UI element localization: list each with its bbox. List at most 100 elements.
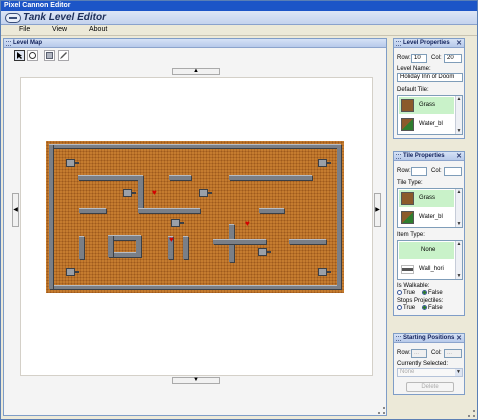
select-arrow-icon[interactable] — [14, 50, 25, 61]
level-name-input[interactable]: Holiday Inn of Doom — [397, 73, 463, 82]
tile-option-grass[interactable]: Grass — [399, 97, 454, 114]
tile-type-list[interactable]: Grass Water_bl ▲ ▼ — [397, 188, 463, 228]
scroll-up-icon[interactable]: ▲ — [456, 241, 462, 247]
radio-label: True — [403, 305, 416, 311]
water-tile-icon — [401, 211, 414, 224]
item-option-none[interactable]: None — [399, 242, 454, 259]
tile-option-grass[interactable]: Grass — [399, 190, 454, 207]
level-grid[interactable]: ♥ ♥ ♥ — [46, 141, 344, 293]
col-input[interactable]: 20 — [444, 54, 462, 63]
menu-view[interactable]: View — [52, 26, 67, 33]
scroll-up-icon[interactable]: ▲ — [456, 96, 462, 102]
level-map-title: Level Map — [13, 40, 43, 46]
level-map-panel: Level Map ▲ ▼ ◀ ▶ ♥ ♥ ♥ — [3, 38, 387, 416]
window-title: Pixel Cannon Editor — [1, 1, 477, 11]
starting-positions-title: Starting Positions — [403, 335, 455, 341]
scroll-up-button[interactable]: ▲ — [172, 68, 220, 75]
radio-label: True — [403, 290, 416, 296]
map-canvas[interactable]: ♥ ♥ ♥ — [20, 77, 373, 376]
wall-right — [337, 144, 341, 289]
item-type-list[interactable]: None Wall_hori ▲ ▼ — [397, 240, 463, 280]
menu-bar: File View About — [1, 25, 477, 36]
dirt-tile-icon — [401, 192, 414, 205]
stops-false-radio[interactable]: False — [422, 305, 443, 311]
tank-icon[interactable] — [258, 248, 271, 256]
close-icon[interactable]: ✕ — [456, 334, 462, 343]
tank-icon[interactable] — [171, 219, 184, 227]
tile-option-water[interactable]: Water_bl — [399, 209, 454, 226]
pencil-icon[interactable] — [58, 50, 69, 61]
scrollbar[interactable]: ▲ ▼ — [455, 189, 462, 227]
tank-icon[interactable] — [199, 189, 212, 197]
scrollbar[interactable]: ▲ ▼ — [455, 241, 462, 279]
wall-segment — [79, 236, 84, 259]
app-window: Pixel Cannon Editor Tank Level Editor Fi… — [0, 0, 478, 420]
wall-segment — [136, 235, 141, 257]
tank-icon[interactable] — [66, 268, 79, 276]
item-option-wall[interactable]: Wall_hori — [399, 261, 454, 278]
chevron-down-icon[interactable]: ▼ — [455, 369, 462, 376]
default-tile-label: Default Tile: — [397, 87, 429, 93]
tile-name: Water_bl — [419, 121, 443, 127]
radio-label: False — [428, 305, 443, 311]
start-row-input[interactable]: ... — [411, 349, 427, 358]
heart-icon[interactable]: ♥ — [169, 236, 174, 244]
row-label: Row: — [397, 55, 411, 61]
resize-grip-icon[interactable] — [378, 407, 385, 414]
scroll-left-button[interactable]: ◀ — [12, 193, 19, 227]
scroll-down-button[interactable]: ▼ — [172, 377, 220, 384]
default-tile-list[interactable]: Grass Water_bl ▲ ▼ — [397, 95, 463, 135]
wall-segment — [138, 208, 200, 213]
wall-item-icon — [401, 265, 414, 274]
scroll-up-icon[interactable]: ▲ — [456, 189, 462, 195]
tile-properties-panel: Tile Properties ✕ Row: Col: Tile Type: G… — [393, 151, 465, 316]
wall-segment — [259, 208, 284, 213]
radio-icon — [397, 305, 402, 310]
tank-logo-icon — [5, 13, 21, 23]
scroll-down-icon[interactable]: ▼ — [456, 128, 462, 134]
scroll-down-icon[interactable]: ▼ — [456, 273, 462, 279]
tile-row-input[interactable] — [411, 167, 427, 176]
item-name: Wall_hori — [419, 266, 444, 272]
close-icon[interactable]: ✕ — [456, 152, 462, 161]
col-label: Col: — [431, 350, 442, 356]
row-input[interactable]: 10 — [411, 54, 427, 63]
start-col-input[interactable]: ... — [444, 349, 462, 358]
grip-icon — [396, 41, 401, 46]
tank-icon[interactable] — [123, 189, 136, 197]
stops-true-radio[interactable]: True — [397, 305, 415, 311]
scroll-right-button[interactable]: ▶ — [374, 193, 381, 227]
walkable-false-radio[interactable]: False — [422, 290, 443, 296]
wall-segment — [79, 208, 106, 213]
row-label: Row: — [397, 350, 411, 356]
close-icon[interactable]: ✕ — [456, 39, 462, 48]
pan-icon[interactable] — [27, 50, 38, 61]
tile-properties-header: Tile Properties ✕ — [394, 152, 464, 161]
level-properties-title: Level Properties — [403, 40, 450, 46]
currently-selected-dropdown[interactable]: None ▼ — [397, 368, 463, 377]
walkable-true-radio[interactable]: True — [397, 290, 415, 296]
wall-segment — [183, 236, 188, 259]
tile-properties-title: Tile Properties — [403, 153, 445, 159]
grip-icon — [396, 336, 401, 341]
stops-projectiles-label: Stops Projectiles: — [397, 298, 444, 304]
menu-file[interactable]: File — [19, 26, 30, 33]
scroll-down-icon[interactable]: ▼ — [456, 221, 462, 227]
tile-icon[interactable] — [44, 50, 55, 61]
tile-option-water[interactable]: Water_bl — [399, 116, 454, 133]
tile-col-input[interactable] — [444, 167, 462, 176]
wall-segment — [108, 235, 113, 257]
window-resize-grip-icon[interactable] — [468, 410, 475, 417]
tank-icon[interactable] — [318, 159, 331, 167]
heart-icon[interactable]: ♥ — [152, 189, 157, 197]
wall-segment — [229, 175, 312, 180]
radio-selected-icon — [422, 305, 427, 310]
delete-button[interactable]: Delete — [406, 382, 454, 392]
heart-icon[interactable]: ♥ — [245, 220, 250, 228]
tank-icon[interactable] — [66, 159, 79, 167]
row-label: Row: — [397, 168, 411, 174]
level-properties-header: Level Properties ✕ — [394, 39, 464, 48]
tank-icon[interactable] — [318, 268, 331, 276]
scrollbar[interactable]: ▲ ▼ — [455, 96, 462, 134]
menu-about[interactable]: About — [89, 26, 107, 33]
